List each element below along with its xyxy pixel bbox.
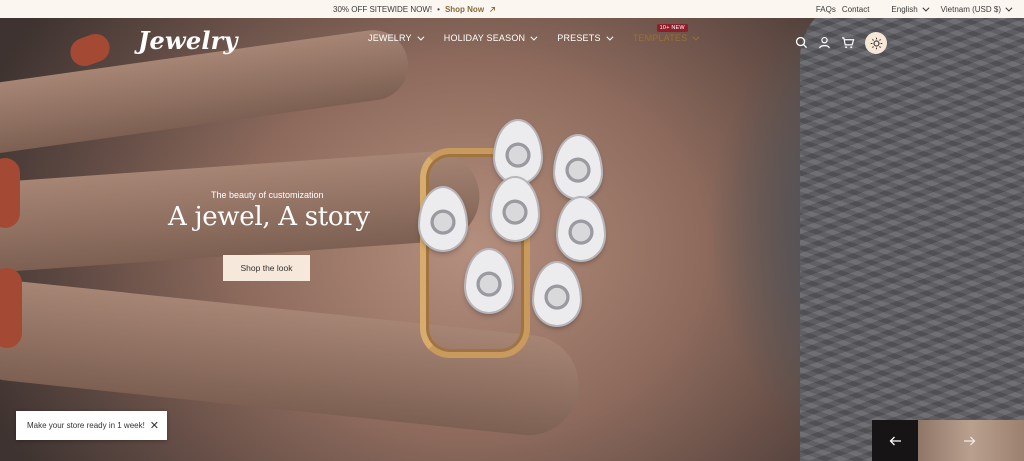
shop-now-link[interactable]: Shop Now [445, 5, 484, 14]
nav-item-holiday-season[interactable]: HOLIDAY SEASON [443, 33, 538, 43]
new-badge: 10+ NEW [656, 24, 688, 32]
chevron-down-icon [606, 33, 614, 41]
announcement-bar: 30% OFF SITEWIDE NOW! • Shop Now FAQs Co… [0, 0, 1024, 18]
cart-icon[interactable] [841, 36, 855, 49]
arrow-right-icon [964, 436, 976, 445]
shop-the-look-button[interactable]: Shop the look [223, 255, 310, 281]
promo-text: 30% OFF SITEWIDE NOW! [333, 4, 433, 14]
slider-prev-button[interactable] [872, 420, 918, 461]
faqs-link[interactable]: FAQs [816, 5, 836, 14]
hero-kicker: The beauty of customization [211, 190, 324, 200]
ring-stone [495, 121, 541, 183]
toast-message: Make your store ready in 1 week! [27, 421, 145, 430]
header-icons [795, 36, 855, 49]
nav-label: PRESETS [557, 33, 601, 43]
language-label: English [891, 4, 918, 14]
contact-link[interactable]: Contact [842, 5, 870, 14]
theme-toggle-button[interactable] [865, 32, 887, 54]
nav-item-templates[interactable]: 10+ NEW TEMPLATES [632, 24, 700, 43]
nail [66, 30, 114, 70]
sun-icon [870, 37, 882, 49]
hero-headline: A jewel, A story [168, 202, 370, 232]
hero-image [0, 18, 1024, 461]
arrow-up-right-icon [490, 6, 496, 12]
main-nav: JEWELRY HOLIDAY SEASON PRESETS 10+ NEW T… [368, 24, 700, 43]
currency-label: Vietnam (USD $) [940, 4, 1001, 14]
search-icon[interactable] [795, 36, 808, 49]
ring-stone [492, 178, 538, 240]
promo-message: 30% OFF SITEWIDE NOW! • Shop Now [333, 0, 496, 18]
chevron-down-icon [922, 4, 930, 12]
nav-label: TEMPLATES [632, 33, 688, 43]
nav-label: HOLIDAY SEASON [443, 33, 526, 43]
store-ready-toast: Make your store ready in 1 week! ✕ [16, 411, 167, 440]
nail [0, 158, 20, 228]
ring-stone [534, 263, 580, 325]
slider-next-thumbnail[interactable] [918, 420, 1024, 461]
currency-selector[interactable]: Vietnam (USD $) [940, 4, 1013, 14]
chevron-down-icon [530, 33, 538, 41]
nail [0, 268, 22, 348]
chevron-down-icon [417, 33, 425, 41]
site-logo[interactable]: Jewelry [138, 26, 238, 55]
promo-separator: • [437, 4, 440, 14]
close-icon[interactable]: ✕ [150, 419, 159, 432]
account-icon[interactable] [818, 36, 831, 49]
ring-stone [558, 198, 604, 260]
arrow-left-icon [889, 436, 901, 445]
sweater-sleeve [800, 18, 1024, 461]
ring-stone [555, 136, 601, 198]
chevron-down-icon [1005, 4, 1013, 12]
nav-label: JEWELRY [368, 33, 412, 43]
language-selector[interactable]: English [891, 4, 930, 14]
nav-item-presets[interactable]: PRESETS [557, 33, 614, 43]
nav-item-jewelry[interactable]: JEWELRY [368, 33, 425, 43]
